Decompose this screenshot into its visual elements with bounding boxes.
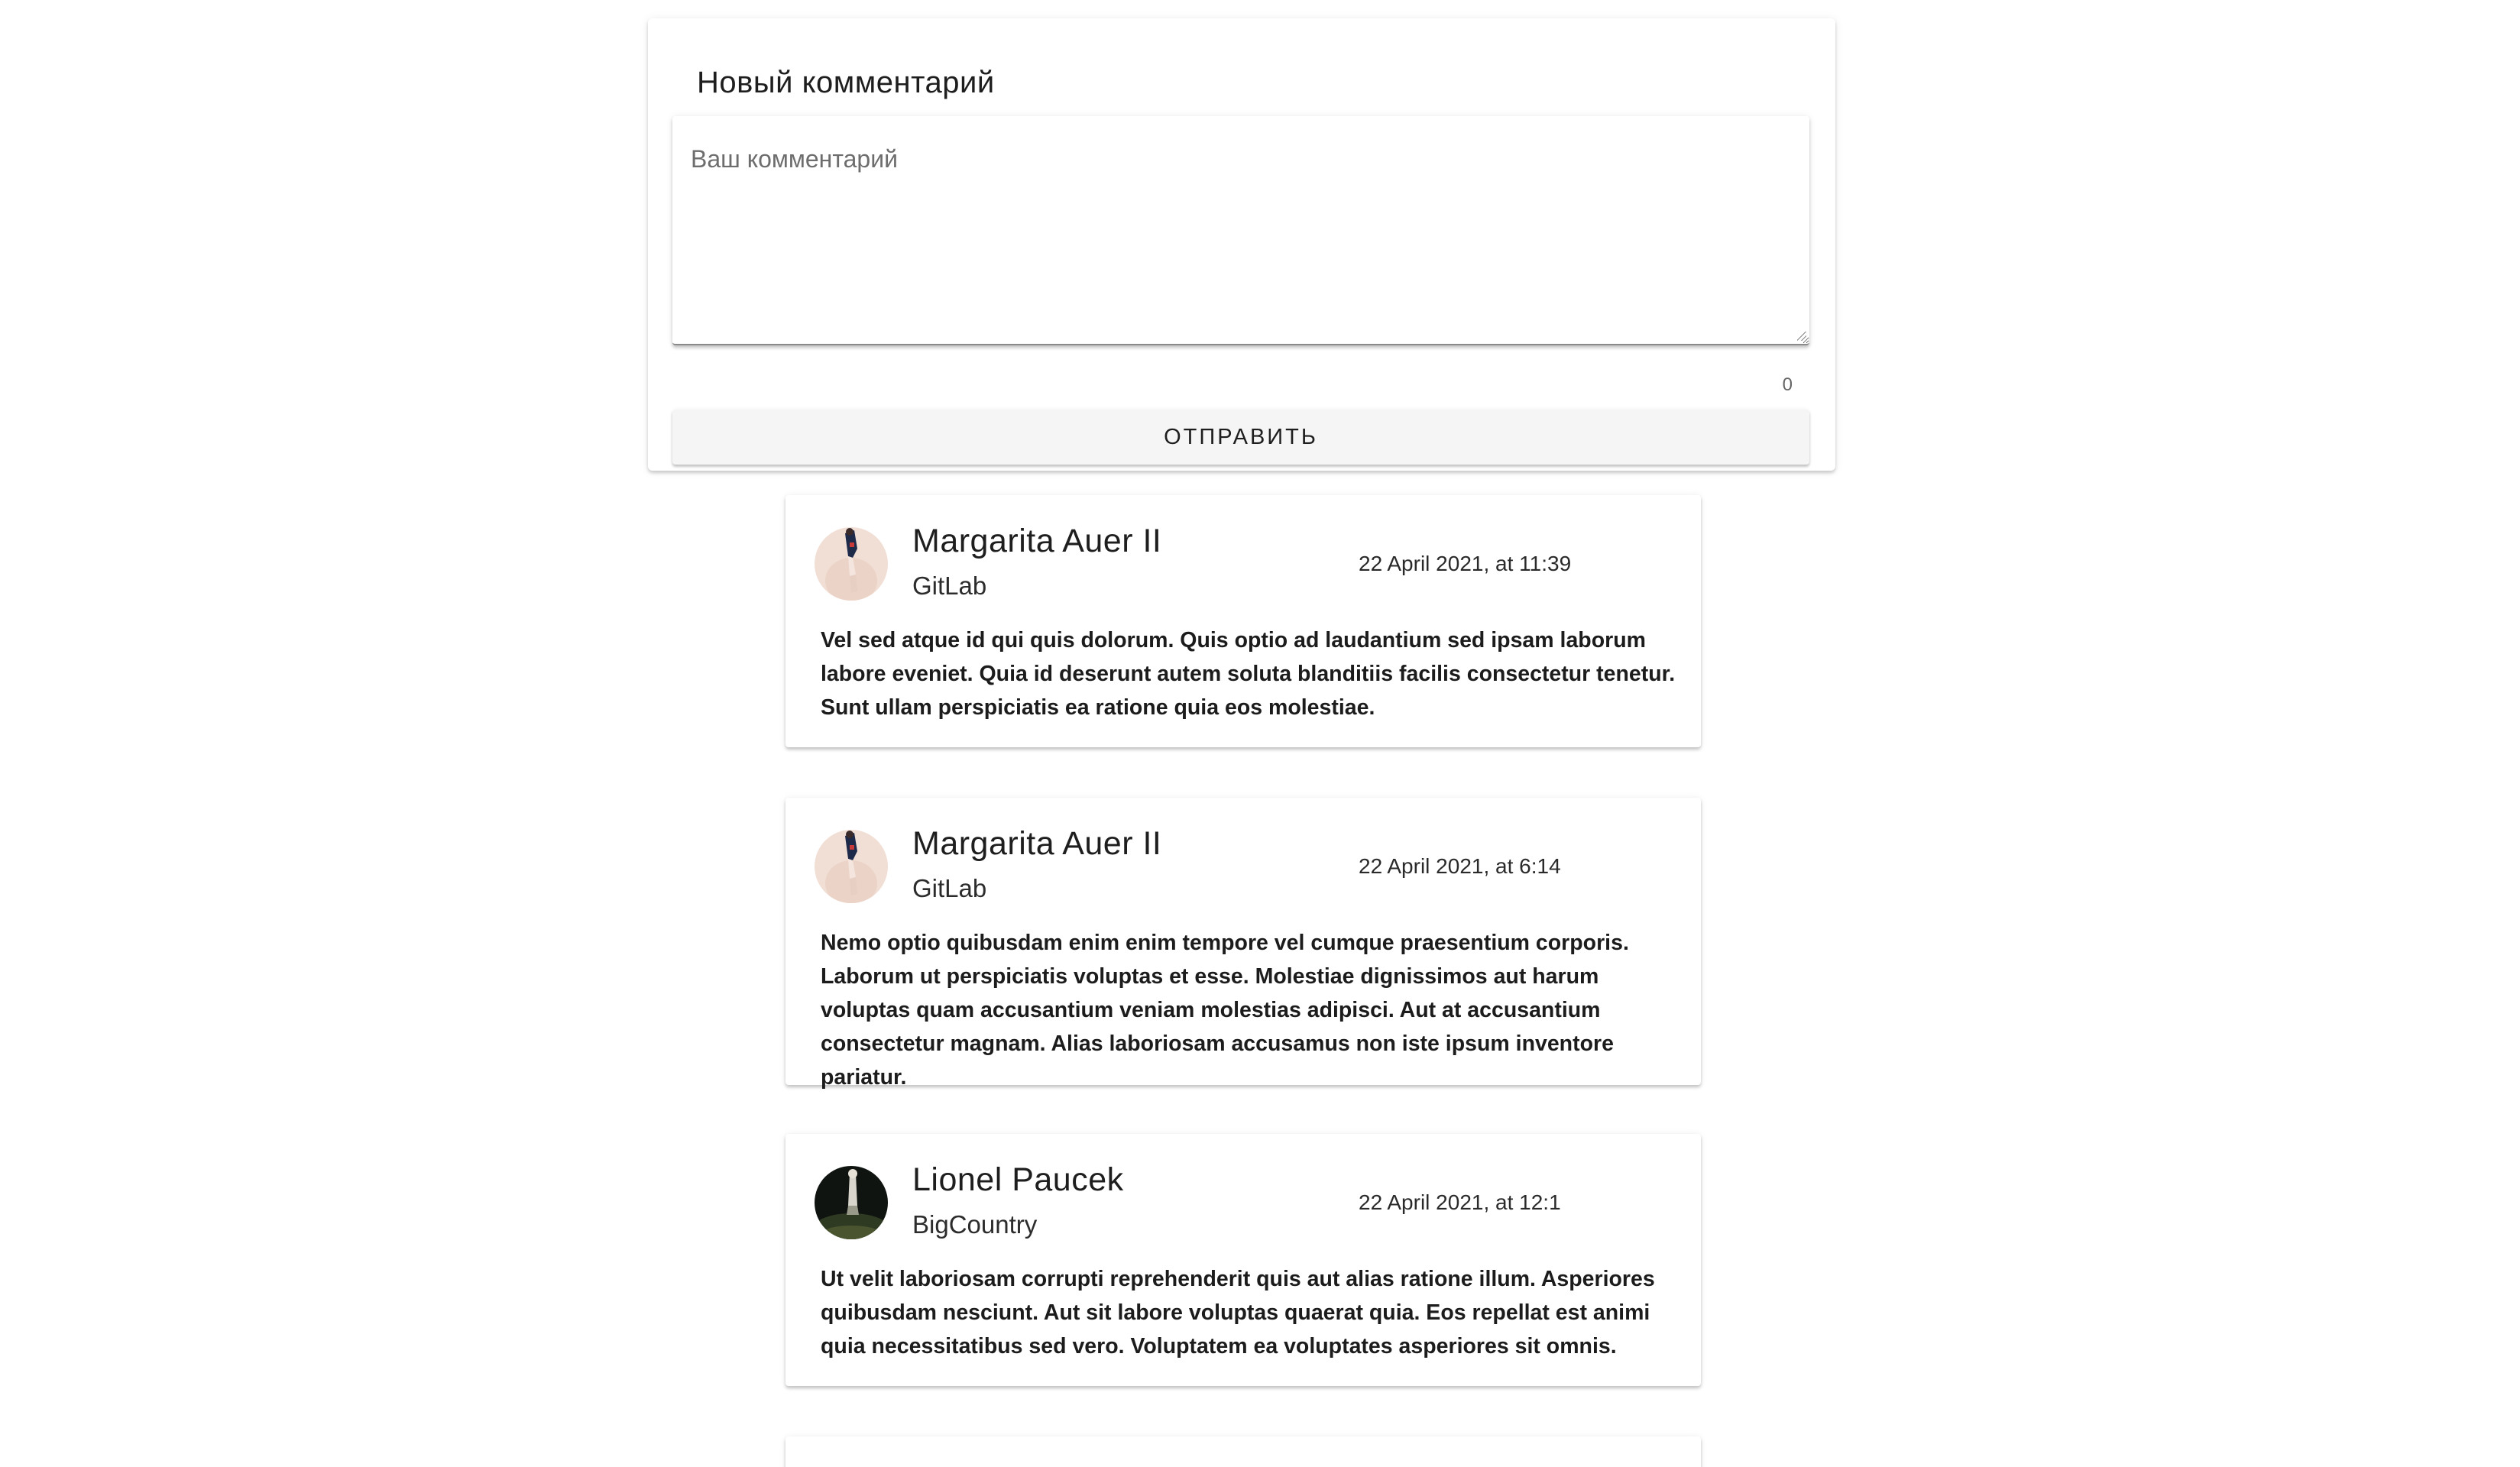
person-photo-icon	[815, 830, 888, 903]
resize-handle-icon[interactable]	[1797, 332, 1806, 341]
comment-company: BigCountry	[912, 1210, 1038, 1239]
person-photo-icon	[815, 527, 888, 601]
comment-author: Margarita Auer II	[912, 825, 1162, 862]
comment-date: 22 April 2021, at 11:39	[1359, 552, 1572, 575]
comment-company: GitLab	[912, 572, 987, 600]
avatar	[815, 830, 888, 903]
comment-text: Nemo optio quibusdam enim enim tempore v…	[821, 931, 1629, 1090]
comment-textarea[interactable]	[672, 116, 1809, 344]
comment-card-partial	[785, 1436, 1701, 1467]
char-counter: 0	[1782, 374, 1793, 395]
comments-page: Новый комментарий 0 ОТПРАВИТЬ Margarita …	[0, 0, 2520, 1467]
comment-date: 22 April 2021, at 6:14	[1359, 854, 1561, 878]
comment-date: 22 April 2021, at 12:1	[1359, 1190, 1561, 1214]
new-comment-card: Новый комментарий 0 ОТПРАВИТЬ	[648, 18, 1835, 471]
comment-author: Margarita Auer II	[912, 523, 1162, 559]
comment-textarea-container	[672, 116, 1809, 345]
new-comment-title: Новый комментарий	[697, 66, 995, 99]
avatar	[815, 527, 888, 601]
comment-text: Vel sed atque id qui quis dolorum. Quis …	[821, 628, 1676, 720]
comment-company: GitLab	[912, 874, 987, 902]
comment-author: Lionel Paucek	[912, 1161, 1124, 1198]
avatar	[815, 1166, 888, 1239]
comment-card: Margarita Auer II GitLab 22 April 2021, …	[785, 495, 1701, 747]
person-photo-icon	[815, 1166, 888, 1239]
comment-card: Lionel Paucek BigCountry 22 April 2021, …	[785, 1134, 1701, 1386]
comment-card: Margarita Auer II GitLab 22 April 2021, …	[785, 798, 1701, 1090]
submit-comment-button[interactable]: ОТПРАВИТЬ	[672, 410, 1809, 465]
comment-text: Ut velit laboriosam corrupti reprehender…	[821, 1267, 1655, 1359]
